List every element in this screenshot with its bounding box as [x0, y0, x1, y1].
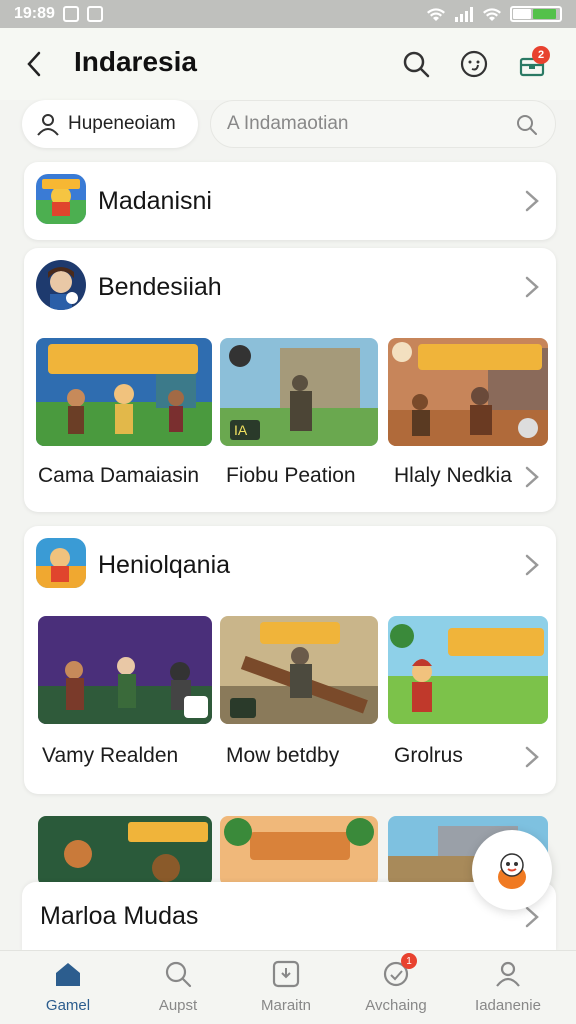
back-arrow-icon: [27, 51, 41, 77]
notification-icon: [62, 6, 79, 22]
inbox-icon: [271, 959, 301, 989]
game-thumbnail[interactable]: IA: [220, 338, 378, 446]
tab-label: Aupst: [158, 997, 198, 1014]
person-icon: [37, 114, 59, 136]
section-title: Madanisni: [98, 186, 212, 215]
chevron-right-icon: [525, 554, 539, 576]
game-app-icon: [36, 174, 86, 224]
search-icon: [403, 51, 430, 78]
profile-icon: [493, 959, 523, 989]
tab-label: Maraitn: [260, 997, 312, 1014]
status-time: 19:89: [14, 5, 55, 22]
bottom-tab-bar: Gamel Aupst Maraitn 1 Avchaing Iadanenie: [0, 950, 576, 1024]
emoji-button[interactable]: [456, 46, 492, 82]
profile-filter-chip[interactable]: Hupeneoiam: [22, 100, 198, 148]
tab-games[interactable]: Gamel: [18, 959, 118, 1021]
game-thumbnail[interactable]: [38, 816, 212, 886]
section-header[interactable]: Bendesiiah: [24, 248, 556, 326]
tab-inbox[interactable]: Maraitn: [236, 959, 336, 1021]
game-caption: Fiobu Peation: [226, 464, 356, 487]
game-thumbnail[interactable]: [220, 816, 378, 886]
thumb-badge: IA: [234, 422, 248, 438]
section-title: Marloa Mudas: [40, 902, 199, 930]
section-card: Heniolqania Vamy Realden Mow betdby Grol…: [24, 526, 556, 794]
section-header[interactable]: Marloa Mudas: [22, 882, 556, 952]
search-icon: [515, 113, 539, 143]
section-card: Bendesiiah IA Cama Damaiasin Fiobu Peati…: [24, 248, 556, 512]
cart-button[interactable]: 2: [514, 46, 550, 82]
game-caption: Vamy Realden: [42, 744, 179, 767]
chevron-right-icon: [525, 276, 539, 298]
search-field[interactable]: A Indamaotian: [210, 100, 556, 148]
section-card[interactable]: Madanisni: [24, 162, 556, 240]
app-header: Indaresia 2: [0, 28, 576, 100]
chevron-right-icon[interactable]: [524, 746, 540, 768]
search-button[interactable]: [398, 46, 434, 82]
game-app-icon: [36, 538, 86, 588]
tab-label: Iadanenie: [475, 997, 541, 1014]
cart-badge: 2: [532, 46, 550, 64]
chip-label: Hupeneoiam: [68, 113, 176, 134]
mascot-icon: [498, 853, 526, 889]
search-placeholder: A Indamaotian: [227, 113, 349, 134]
tab-label: Gamel: [45, 997, 91, 1014]
section-header[interactable]: Heniolqania: [24, 526, 556, 604]
tab-search[interactable]: Aupst: [128, 959, 228, 1021]
notification-badge: 1: [401, 953, 417, 969]
section-header[interactable]: Madanisni: [24, 162, 556, 240]
home-icon: [53, 959, 83, 989]
chevron-right-icon[interactable]: [524, 466, 540, 488]
back-button[interactable]: [20, 48, 48, 80]
game-caption: Cama Damaiasin: [38, 464, 200, 487]
battery-icon: [510, 6, 562, 22]
chevron-right-icon: [525, 906, 539, 928]
wifi-icon-2: [483, 8, 501, 21]
chevron-right-icon: [525, 190, 539, 212]
gallery-icon: [86, 6, 103, 22]
game-caption: Grolrus: [394, 744, 463, 767]
signal-icon: [455, 7, 473, 22]
game-thumbnail[interactable]: [220, 616, 378, 724]
game-thumbnail[interactable]: [38, 616, 212, 724]
game-thumbnail[interactable]: [388, 338, 548, 446]
tab-label: Avchaing: [365, 997, 427, 1014]
game-thumbnail[interactable]: [36, 338, 212, 446]
avatar-app-icon: [36, 260, 86, 310]
game-thumbnail[interactable]: [388, 616, 548, 724]
game-caption: Hlaly Nedkia: [394, 464, 512, 487]
tab-notifications[interactable]: 1 Avchaing: [346, 953, 446, 1021]
game-caption: Mow betdby: [226, 744, 340, 767]
section-title: Heniolqania: [98, 550, 231, 579]
wifi-icon: [427, 8, 445, 21]
smiley-icon: [460, 50, 488, 78]
search-icon: [163, 959, 193, 989]
assistant-fab[interactable]: [472, 830, 552, 910]
tab-profile[interactable]: Iadanenie: [458, 959, 558, 1021]
page-title: Indaresia: [74, 46, 197, 77]
section-title: Bendesiiah: [98, 272, 222, 301]
bell-icon: 1: [381, 953, 417, 989]
status-bar: 19:89: [0, 0, 576, 28]
